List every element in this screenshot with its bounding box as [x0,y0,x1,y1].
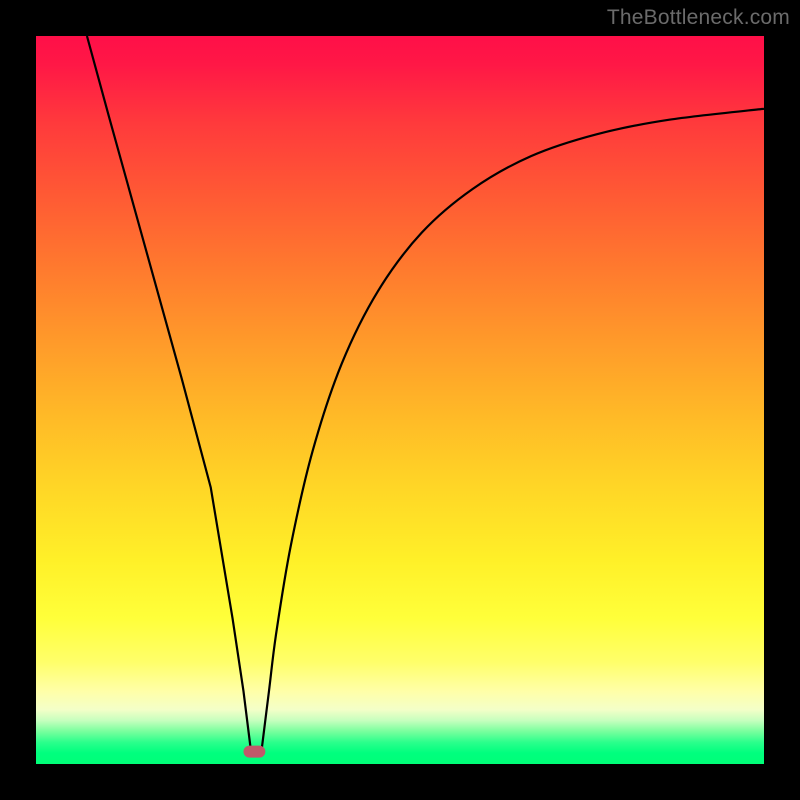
chart-frame: TheBottleneck.com [0,0,800,800]
base-marker [243,746,265,758]
watermark-text: TheBottleneck.com [607,6,790,30]
curve-left-leg [87,36,251,749]
curve-right [262,109,764,750]
plot-area [36,36,764,764]
chart-svg [36,36,764,764]
